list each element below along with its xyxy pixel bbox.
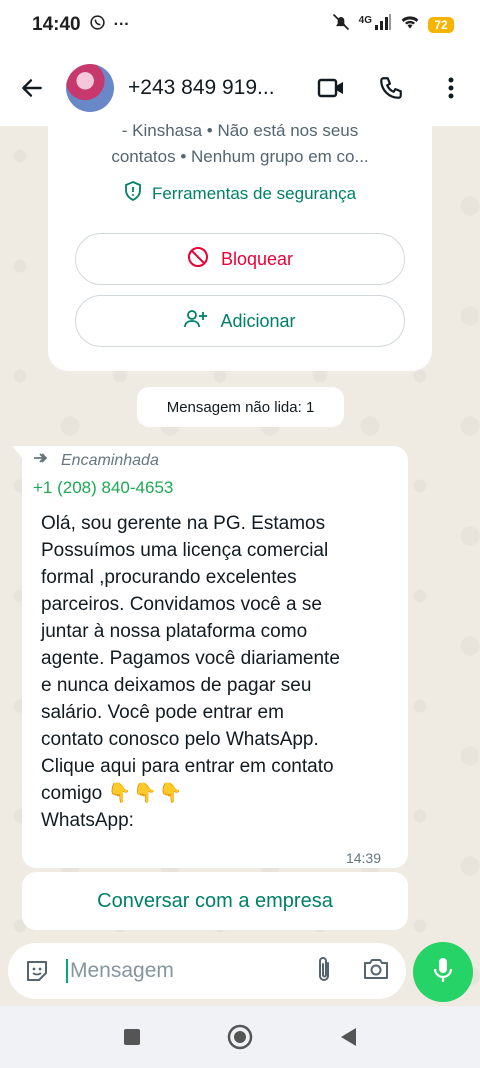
body-line: Clique aqui para entrar em contato: [41, 756, 334, 777]
body-line: e nunca deixamos de pagar seu: [41, 675, 312, 696]
message-time: 14:39: [345, 850, 381, 866]
wifi-icon: [400, 13, 420, 37]
microphone-icon: [432, 956, 454, 989]
shield-icon: [124, 181, 142, 206]
battery-indicator: 72: [428, 17, 454, 33]
avatar[interactable]: [66, 64, 114, 112]
network-label: 4G: [358, 14, 372, 26]
message-bubble[interactable]: Encaminhada +1 (208) 840-4653 Olá, sou g…: [22, 446, 408, 868]
body-line: comigo: [41, 783, 103, 804]
mic-button[interactable]: [413, 942, 473, 1002]
body-line: formal ,procurando excelentes: [41, 567, 297, 588]
block-icon: [187, 246, 209, 273]
security-tools-link[interactable]: Ferramentas de segurança: [48, 181, 432, 206]
camera-icon[interactable]: [362, 957, 390, 986]
message-sender[interactable]: +1 (208) 840-4653: [33, 478, 173, 498]
back-arrow-icon[interactable]: [16, 72, 48, 104]
add-contact-label: Adicionar: [220, 310, 296, 331]
contact-name[interactable]: +243 849 919...: [128, 76, 293, 100]
body-line: salário. Você pode entrar em: [41, 702, 284, 723]
status-bar: 14:40 ··· 4G 72: [0, 0, 480, 50]
body-line-with-emojis: comigo 👇👇👇: [41, 780, 391, 807]
back-triangle-icon[interactable]: [334, 1023, 362, 1051]
forwarded-label: Encaminhada: [61, 451, 159, 469]
chat-with-business-button[interactable]: Conversar com a empresa: [22, 872, 408, 930]
message-body: Olá, sou gerente na PG. Estamos Possuímo…: [41, 510, 391, 834]
pointing-down-emojis: 👇👇👇: [107, 783, 185, 804]
message-composer: [8, 943, 406, 999]
add-contact-button[interactable]: Adicionar: [75, 295, 405, 347]
whatsapp-notification-icon: [89, 14, 106, 37]
info-line-1: - Kinshasa • Não está nos seus: [121, 121, 359, 140]
body-line: contato conosco pelo WhatsApp.: [41, 729, 319, 750]
add-person-icon: [184, 309, 208, 334]
body-line: juntar à nossa plataforma como: [41, 621, 308, 642]
contact-info-card: - Kinshasa • Não está nos seus contatos …: [48, 121, 432, 371]
body-line: agente. Pagamos você diariamente: [41, 648, 340, 669]
message-input[interactable]: [66, 959, 286, 983]
status-more: ···: [113, 16, 130, 33]
block-button[interactable]: Bloquear: [75, 233, 405, 285]
chat-header: +243 849 919...: [0, 50, 480, 126]
block-label: Bloquear: [220, 248, 294, 269]
unread-messages-badge: Mensagem não lida: 1: [137, 387, 344, 427]
attach-icon[interactable]: [316, 955, 332, 988]
status-time: 14:40: [32, 14, 81, 35]
mute-icon: [331, 12, 351, 38]
forwarded-icon: [33, 451, 53, 470]
phone-icon[interactable]: [376, 73, 406, 103]
signal-icon: [374, 13, 392, 37]
body-line: parceiros. Convidamos você a se: [41, 594, 322, 615]
body-line: Possuímos uma licença comercial: [41, 540, 329, 561]
system-navigation-bar: [0, 1006, 480, 1068]
home-icon[interactable]: [226, 1023, 254, 1051]
forwarded-indicator: Encaminhada: [33, 451, 159, 470]
info-line-2: contatos • Nenhum grupo em co...: [111, 147, 369, 166]
recents-icon[interactable]: [118, 1023, 146, 1051]
sticker-icon[interactable]: [22, 956, 52, 986]
video-call-icon[interactable]: [316, 73, 346, 103]
security-tools-label: Ferramentas de segurança: [151, 183, 357, 203]
more-vertical-icon[interactable]: [436, 73, 466, 103]
body-last-line: WhatsApp:: [41, 810, 134, 831]
body-line: Olá, sou gerente na PG. Estamos: [41, 513, 326, 534]
